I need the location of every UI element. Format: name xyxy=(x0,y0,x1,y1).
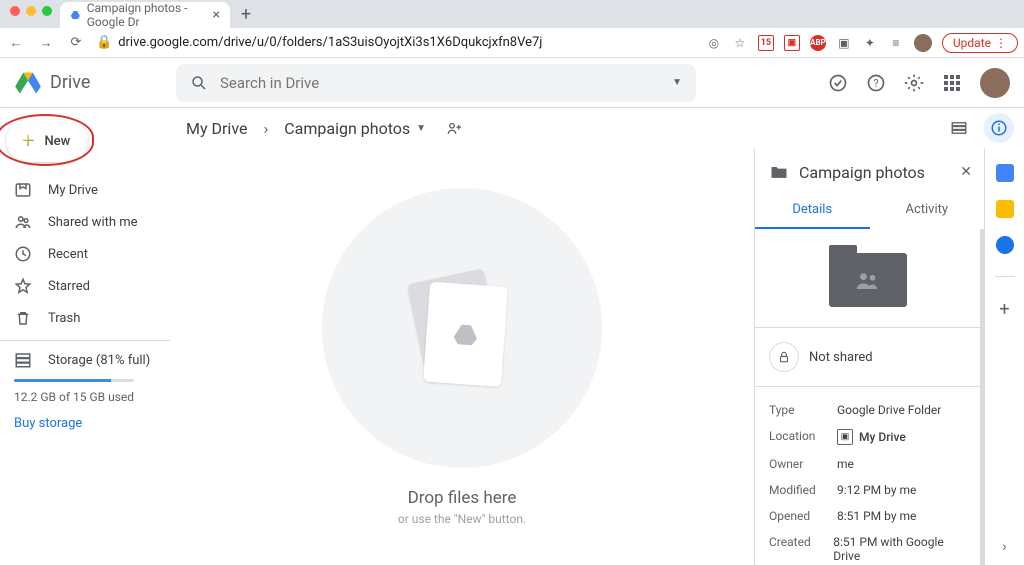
my-drive-icon: ▣ xyxy=(837,429,853,445)
address-bar[interactable]: 🔒 drive.google.com/drive/u/0/folders/1aS… xyxy=(96,35,542,50)
drop-zone[interactable]: Drop files here or use the "New" button. xyxy=(170,148,754,565)
new-label: New xyxy=(44,134,70,149)
share-icon[interactable] xyxy=(446,119,464,137)
plus-icon: + xyxy=(22,129,34,154)
ext-icon[interactable]: ▣ xyxy=(836,35,852,51)
update-button[interactable]: Update ⋮ xyxy=(942,33,1018,53)
trash-icon xyxy=(14,309,32,327)
drive-icon xyxy=(14,69,42,97)
reload-button[interactable]: ⟳ xyxy=(66,35,86,50)
breadcrumb-item-mydrive[interactable]: My Drive xyxy=(180,115,253,142)
lock-icon xyxy=(769,342,799,372)
tasks-icon[interactable] xyxy=(996,236,1014,254)
drop-subtitle: or use the "New" button. xyxy=(398,512,526,526)
drop-title: Drop files here xyxy=(408,488,517,508)
breadcrumb: My Drive › Campaign photos ▼ xyxy=(174,115,464,142)
search-input[interactable] xyxy=(220,74,660,92)
starred-icon xyxy=(14,277,32,295)
window-controls[interactable] xyxy=(6,6,60,22)
ext-icon[interactable]: ◎ xyxy=(706,35,722,51)
forward-button[interactable]: → xyxy=(36,35,56,51)
people-icon xyxy=(854,271,882,289)
sidebar-item-trash[interactable]: Trash xyxy=(0,302,160,334)
ext-icon[interactable]: 15 xyxy=(758,35,774,51)
ext-icon[interactable]: ≡ xyxy=(888,35,904,51)
meta-opened: 8:51 PM by me xyxy=(837,509,916,523)
breadcrumb-item-current[interactable]: Campaign photos ▼ xyxy=(278,115,432,142)
side-rail: + › xyxy=(984,148,1024,565)
search-options-icon[interactable]: ▼ xyxy=(672,77,682,88)
info-icon[interactable] xyxy=(984,113,1014,143)
app-header: Drive ▼ ? xyxy=(0,58,1024,108)
details-panel: Campaign photos ✕ Details Activity xyxy=(754,148,984,565)
settings-icon[interactable] xyxy=(904,73,924,93)
storage-bar xyxy=(14,379,134,382)
chevron-right-icon: › xyxy=(263,119,268,138)
recent-icon xyxy=(14,245,32,263)
browser-chrome: Campaign photos - Google Dr × + ← → ⟳ 🔒 … xyxy=(0,0,1024,58)
apps-icon[interactable] xyxy=(942,73,962,93)
drive-icon xyxy=(70,8,81,22)
drive-icon xyxy=(451,319,481,349)
account-avatar[interactable] xyxy=(980,68,1010,98)
product-name: Drive xyxy=(50,72,90,93)
tab-activity[interactable]: Activity xyxy=(870,192,985,229)
url-text: drive.google.com/drive/u/0/folders/1aS3u… xyxy=(118,35,542,50)
drive-logo[interactable]: Drive xyxy=(14,69,164,97)
sidebar-item-my-drive[interactable]: My Drive xyxy=(0,174,160,206)
meta-owner: me xyxy=(837,457,854,471)
shared-icon xyxy=(14,213,32,231)
sidebar: + New My Drive Shared with me Recent Sta… xyxy=(0,108,170,565)
folder-preview xyxy=(755,229,980,327)
close-icon[interactable]: ✕ xyxy=(960,164,972,180)
sidebar-item-shared[interactable]: Shared with me xyxy=(0,206,160,238)
toolbar: My Drive › Campaign photos ▼ xyxy=(170,108,1024,148)
tab-title: Campaign photos - Google Dr xyxy=(87,1,207,29)
folder-shared-icon xyxy=(769,162,789,182)
abp-icon[interactable]: ABP xyxy=(810,35,826,51)
chevron-down-icon[interactable]: ▼ xyxy=(416,123,426,134)
close-tab-icon[interactable]: × xyxy=(213,7,220,23)
buy-storage-link[interactable]: Buy storage xyxy=(0,410,170,437)
star-icon[interactable]: ☆ xyxy=(732,35,748,51)
help-icon[interactable]: ? xyxy=(866,73,886,93)
search-box[interactable]: ▼ xyxy=(176,64,696,102)
ext-icon[interactable]: ▣ xyxy=(784,35,800,51)
meta-modified: 9:12 PM by me xyxy=(837,483,916,497)
keep-icon[interactable] xyxy=(996,200,1014,218)
add-on-plus-icon[interactable]: + xyxy=(999,299,1009,320)
meta-location[interactable]: ▣My Drive xyxy=(837,429,906,445)
calendar-icon[interactable] xyxy=(996,164,1014,182)
sidebar-item-recent[interactable]: Recent xyxy=(0,238,160,270)
tab-details[interactable]: Details xyxy=(755,192,870,229)
puzzle-icon[interactable]: ✦ xyxy=(862,35,878,51)
search-icon xyxy=(190,74,208,92)
profile-avatar[interactable] xyxy=(914,34,932,52)
back-button[interactable]: ← xyxy=(6,35,26,51)
my-drive-icon xyxy=(14,181,32,199)
meta-type: Google Drive Folder xyxy=(837,403,941,417)
lock-icon: 🔒 xyxy=(96,35,112,50)
drop-illustration xyxy=(322,188,602,468)
new-tab-button[interactable]: + xyxy=(234,2,258,26)
new-button[interactable]: + New xyxy=(6,120,88,162)
sidebar-item-storage[interactable]: Storage (81% full) xyxy=(0,347,170,373)
meta-created: 8:51 PM with Google Drive xyxy=(833,535,966,563)
details-title: Campaign photos xyxy=(799,163,950,182)
storage-text: 12.2 GB of 15 GB used xyxy=(0,388,170,410)
share-section[interactable]: Not shared xyxy=(755,327,980,387)
list-view-icon[interactable] xyxy=(944,113,974,143)
svg-text:?: ? xyxy=(873,77,878,90)
browser-tab[interactable]: Campaign photos - Google Dr × xyxy=(60,2,230,28)
sidebar-item-starred[interactable]: Starred xyxy=(0,270,160,302)
menu-dots-icon[interactable]: ⋮ xyxy=(995,36,1007,50)
offline-icon[interactable] xyxy=(828,73,848,93)
chevron-right-icon[interactable]: › xyxy=(1002,539,1006,555)
storage-icon xyxy=(14,351,32,369)
share-status: Not shared xyxy=(809,350,873,365)
